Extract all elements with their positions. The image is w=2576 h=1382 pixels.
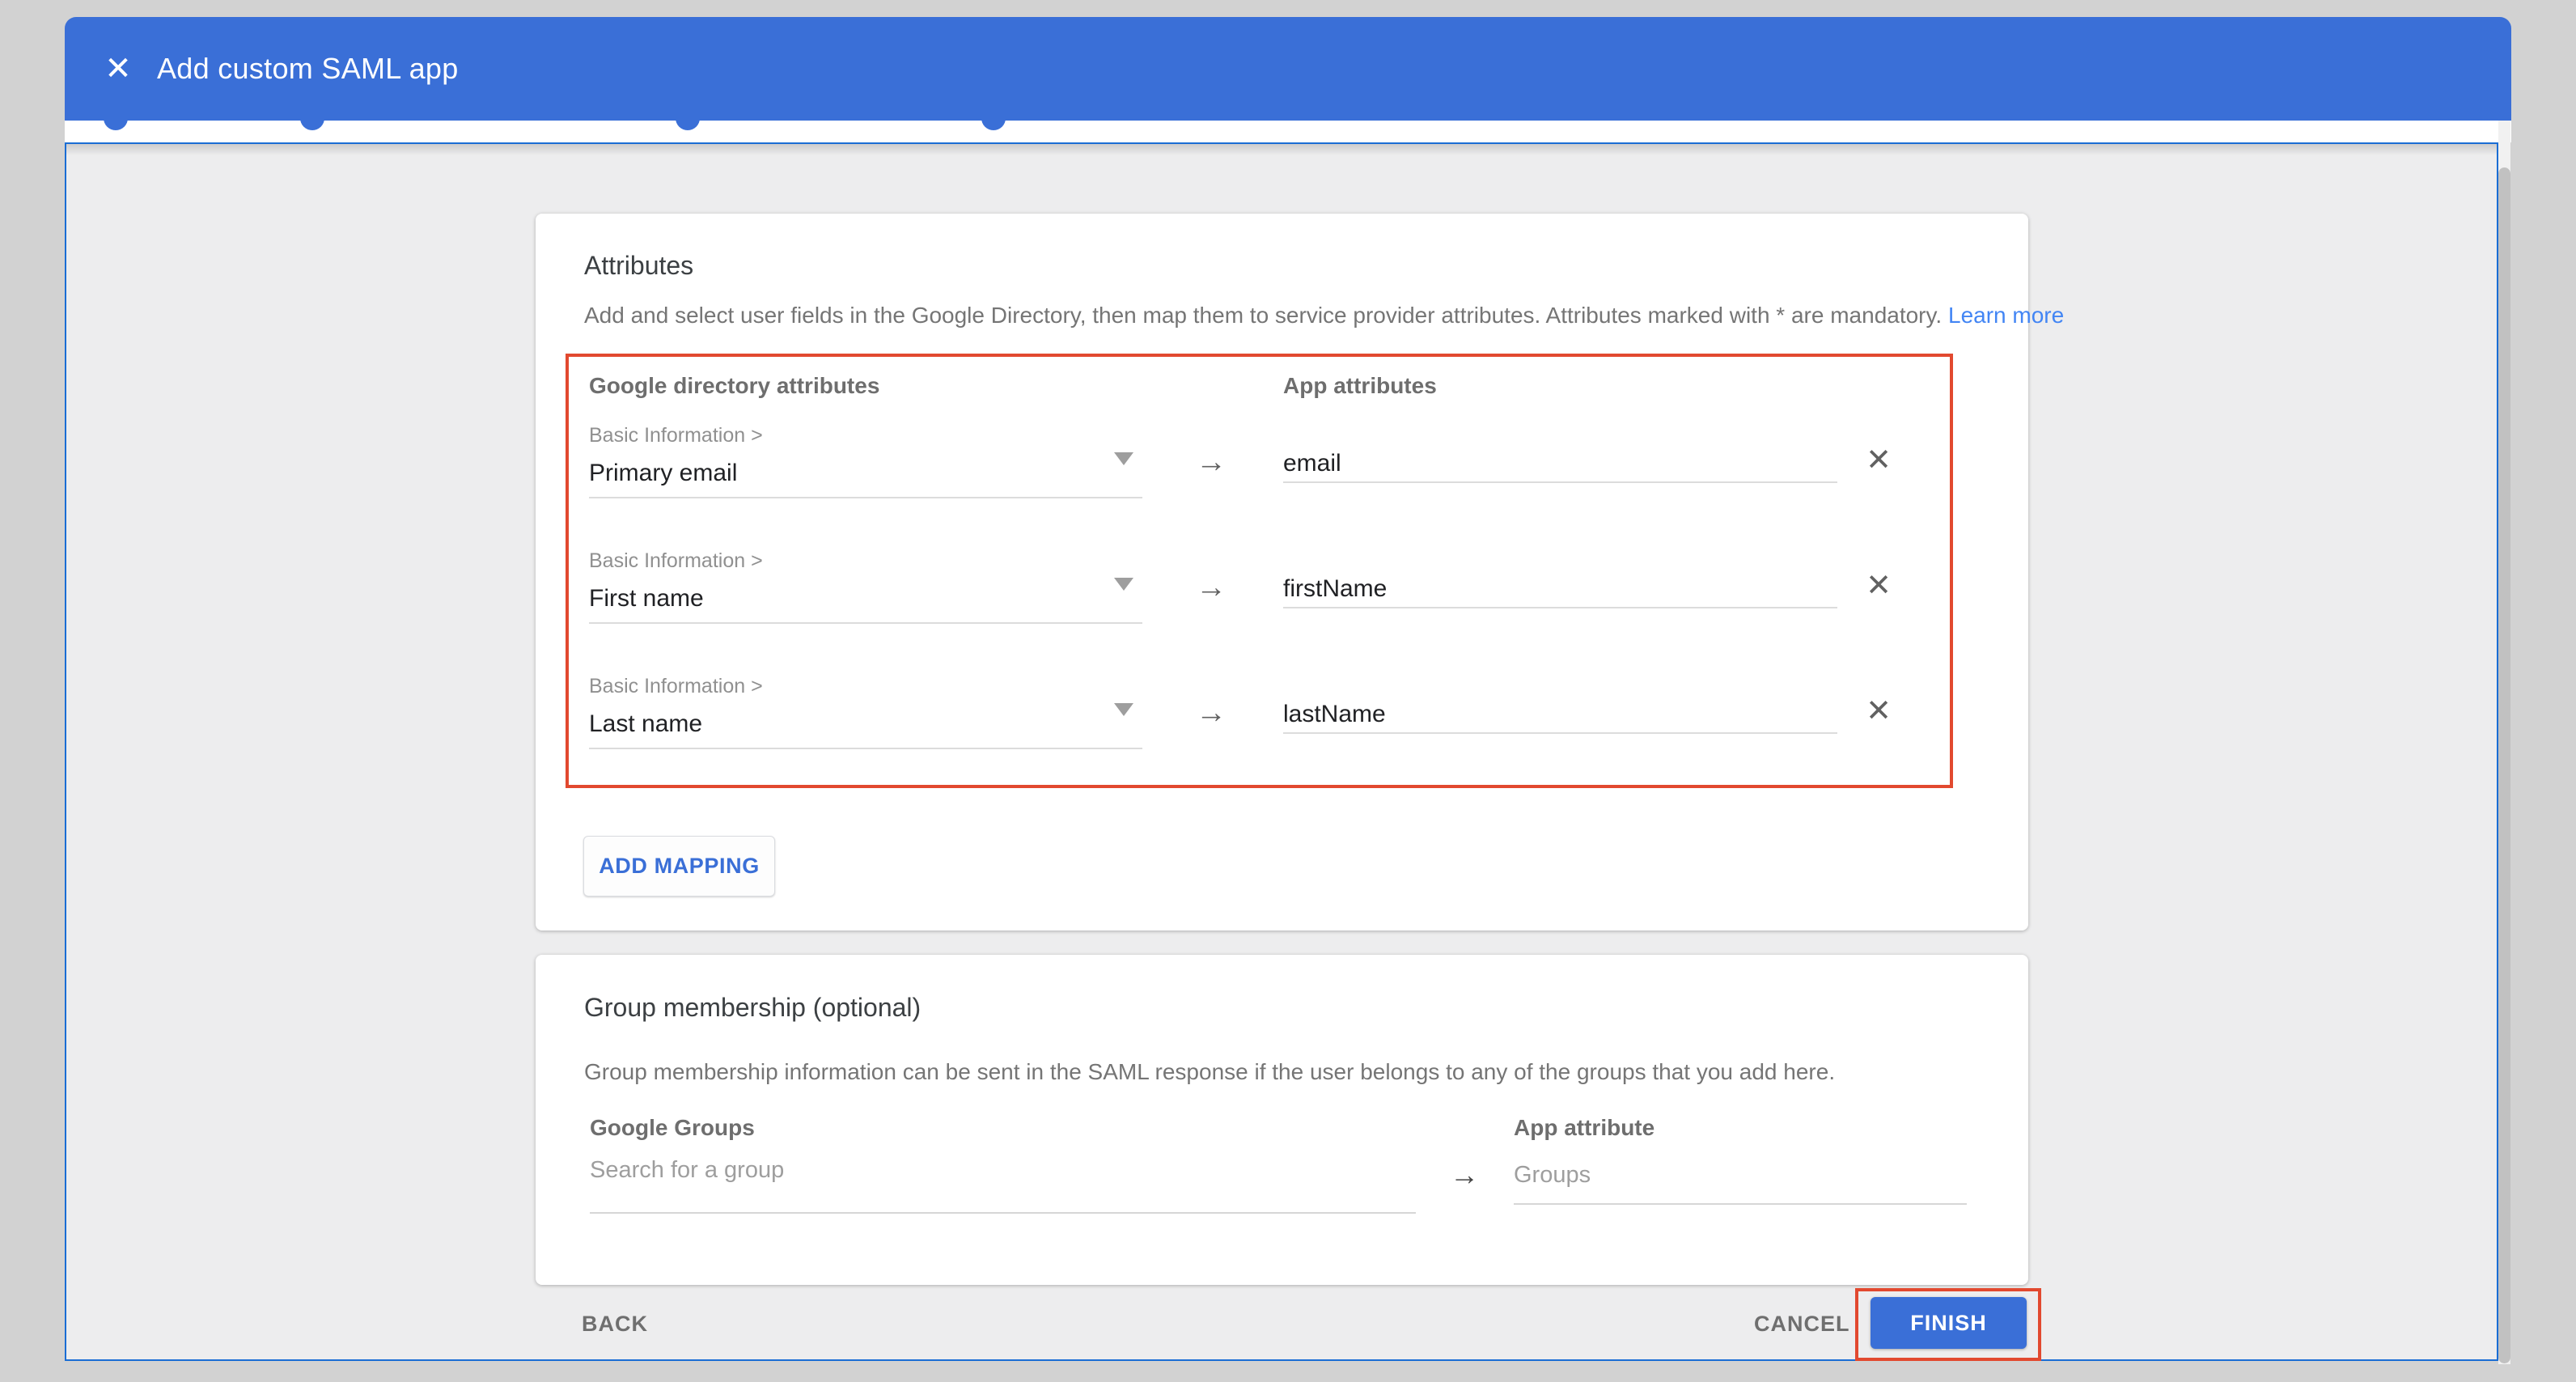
arrow-right-icon: → (1450, 1159, 1479, 1191)
attributes-card-description: Add and select user fields in the Google… (584, 299, 2064, 332)
mapping-row: Basic Information > First name → ✕ (536, 549, 2028, 654)
groups-attribute-field (1514, 1162, 1967, 1205)
dialog-header: ✕ Add custom SAML app (65, 17, 2511, 121)
app-attribute-input[interactable] (1283, 697, 1837, 732)
attributes-description-text: Add and select user fields in the Google… (584, 303, 1942, 328)
directory-attribute-select[interactable]: Last name (589, 710, 702, 739)
select-underline (589, 748, 1142, 749)
group-search-field (590, 1157, 1416, 1214)
remove-mapping-icon[interactable]: ✕ (1861, 441, 1896, 480)
group-card-title: Group membership (optional) (584, 991, 921, 1024)
arrow-right-icon: → (1183, 444, 1239, 480)
chevron-down-icon[interactable] (1114, 703, 1133, 716)
finish-button[interactable]: FINISH (1871, 1297, 2027, 1349)
remove-mapping-icon[interactable]: ✕ (1861, 692, 1896, 731)
attributes-card-title: Attributes (584, 249, 693, 282)
learn-more-link[interactable]: Learn more (1948, 303, 2064, 328)
column-header-app-attribute: App attribute (1514, 1112, 1654, 1144)
directory-attribute-select[interactable]: Primary email (589, 459, 737, 488)
column-header-directory-attributes: Google directory attributes (589, 370, 879, 402)
group-search-input[interactable] (590, 1157, 1416, 1184)
select-underline (589, 497, 1142, 498)
input-underline (1283, 607, 1837, 608)
back-button[interactable]: BACK (582, 1309, 648, 1338)
chevron-down-icon[interactable] (1114, 578, 1133, 591)
mapping-row: Basic Information > Last name → ✕ (536, 674, 2028, 779)
input-underline (1283, 481, 1837, 483)
app-attribute-input[interactable] (1283, 446, 1837, 481)
chevron-down-icon[interactable] (1114, 452, 1133, 465)
header-gap-strip (65, 121, 2511, 142)
column-header-google-groups: Google Groups (590, 1112, 755, 1144)
select-underline (589, 622, 1142, 624)
directory-attribute-select[interactable]: First name (589, 584, 704, 613)
scrollbar-thumb[interactable] (2498, 167, 2510, 1363)
panel-top-shadow (66, 144, 2497, 155)
directory-attribute-category: Basic Information > (589, 423, 763, 447)
cancel-button[interactable]: CANCEL (1754, 1309, 1850, 1338)
arrow-right-icon: → (1183, 695, 1239, 731)
dialog-title: Add custom SAML app (157, 52, 459, 86)
mapping-row: Basic Information > Primary email → ✕ (536, 423, 2028, 528)
column-header-app-attributes: App attributes (1283, 370, 1437, 402)
group-membership-card: Group membership (optional) Group member… (536, 955, 2028, 1285)
remove-mapping-icon[interactable]: ✕ (1861, 566, 1896, 605)
groups-attribute-input[interactable] (1514, 1162, 1967, 1189)
close-icon[interactable]: ✕ (100, 53, 136, 85)
add-mapping-button[interactable]: ADD MAPPING (583, 836, 775, 897)
attributes-card: Attributes Add and select user fields in… (536, 214, 2028, 931)
input-underline (1283, 732, 1837, 734)
directory-attribute-category: Basic Information > (589, 549, 763, 573)
directory-attribute-category: Basic Information > (589, 674, 763, 698)
app-attribute-input[interactable] (1283, 571, 1837, 607)
group-card-description: Group membership information can be sent… (584, 1056, 1835, 1088)
arrow-right-icon: → (1183, 570, 1239, 605)
